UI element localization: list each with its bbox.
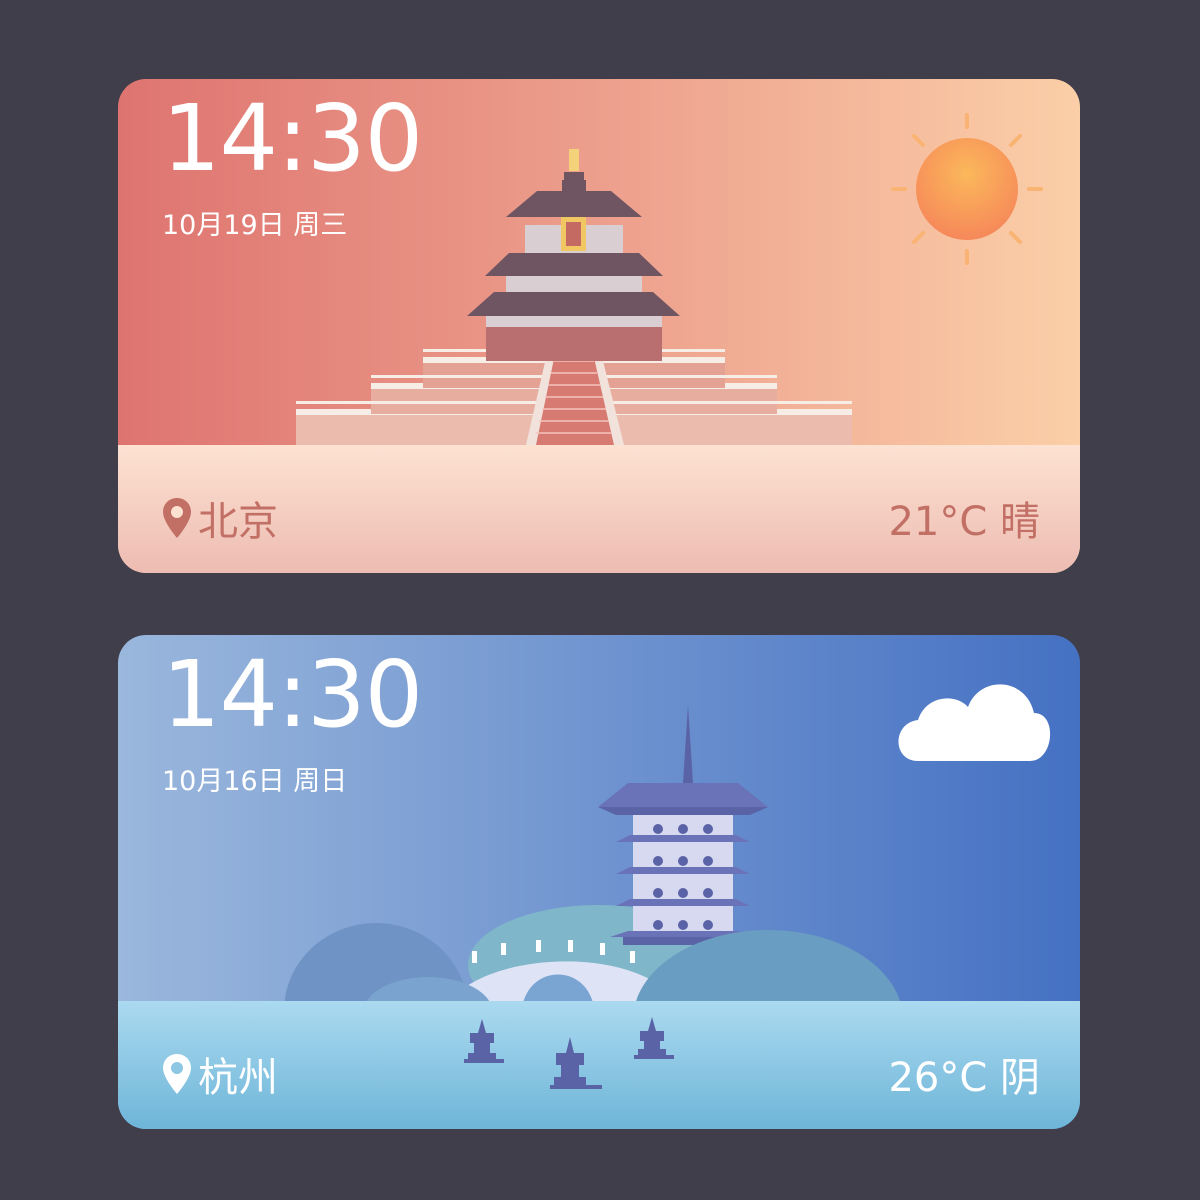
weather-summary: 21°C 晴 — [888, 499, 1040, 545]
location[interactable]: 北京 — [162, 489, 278, 547]
time-display: 14:30 — [162, 641, 423, 748]
location[interactable]: 杭州 — [162, 1045, 278, 1103]
date-display: 10月19日 周三 — [162, 210, 348, 241]
weather-card-hangzhou[interactable]: 14:30 10月16日 周日 杭州 26°C 阴 — [118, 635, 1080, 1129]
date-display: 10月16日 周日 — [162, 766, 348, 797]
weather-summary: 26°C 阴 — [888, 1055, 1040, 1101]
city-name: 杭州 — [198, 1055, 278, 1101]
city-name: 北京 — [198, 499, 278, 545]
time-display: 14:30 — [162, 85, 423, 192]
weather-card-beijing[interactable]: 14:30 10月19日 周三 北京 21°C 晴 — [118, 79, 1080, 573]
location-pin-icon — [162, 1053, 192, 1095]
location-pin-icon — [162, 497, 192, 539]
